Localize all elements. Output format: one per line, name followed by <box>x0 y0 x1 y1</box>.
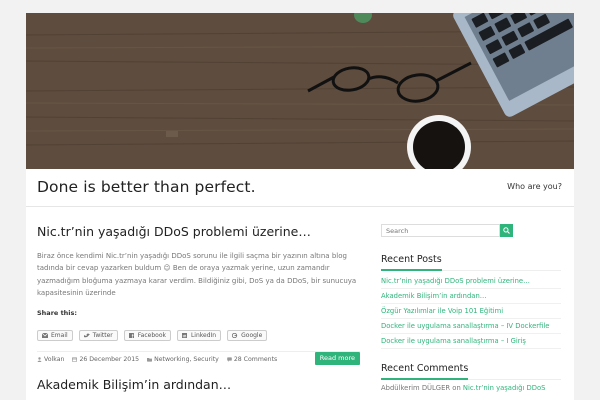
share-facebook-label: Facebook <box>137 331 166 339</box>
post-title-2[interactable]: Akademik Bilişim’in ardından… <box>37 377 231 392</box>
recent-post-link[interactable]: Docker ile uygulama sanallaştırma – IV D… <box>381 319 561 334</box>
comment-author[interactable]: Abdülkerim DÜLGER <box>381 384 450 392</box>
desk-photo <box>26 13 574 169</box>
facebook-icon <box>128 332 134 338</box>
recent-posts-list: Nic.tr’nin yaşadığı DDoS problemi üzerin… <box>381 274 561 349</box>
site-header: Done is better than perfect. Who are you… <box>26 169 574 207</box>
linkedin-icon <box>181 332 187 338</box>
post-categories-text: Networking, Security <box>154 355 219 363</box>
share-google-label: Google <box>241 331 263 339</box>
recent-post-link[interactable]: Nic.tr’nin yaşadığı DDoS problemi üzerin… <box>381 274 561 289</box>
search-input[interactable] <box>381 224 500 237</box>
recent-post-link[interactable]: Akademik Bilişim’in ardından… <box>381 289 561 304</box>
search-button[interactable] <box>500 224 513 237</box>
search-form <box>381 224 561 237</box>
main-content: Nic.tr’nin yaşadığı DDoS problemi üzerin… <box>26 207 574 400</box>
share-google-button[interactable]: Google <box>227 329 268 341</box>
post-date-text: 26 December 2015 <box>79 355 140 363</box>
google-icon <box>232 332 238 338</box>
post-date[interactable]: 26 December 2015 <box>72 356 139 363</box>
header-image <box>26 13 574 169</box>
search-icon <box>503 227 510 234</box>
post-article: Nic.tr’nin yaşadığı DDoS problemi üzerin… <box>37 221 360 365</box>
nav-item-who-are-you[interactable]: Who are you? <box>507 182 562 191</box>
sidebar: Recent Posts Nic.tr’nin yaşadığı DDoS pr… <box>381 224 561 392</box>
post-comments-text: 28 Comments <box>233 355 278 363</box>
comment-icon <box>227 357 232 362</box>
comment-on: on <box>452 384 461 392</box>
share-twitter-label: Twitter <box>92 331 113 339</box>
calendar-icon <box>72 357 78 362</box>
post-author-name: Volkan <box>44 355 65 363</box>
recent-posts-title: Recent Posts <box>381 254 442 271</box>
share-linkedin-label: LinkedIn <box>190 331 217 339</box>
post-author[interactable]: Volkan <box>37 356 64 363</box>
share-buttons: Email Twitter Facebook LinkedIn Google <box>37 329 360 341</box>
share-label: Share this: <box>37 308 78 317</box>
share-facebook-button[interactable]: Facebook <box>123 329 171 341</box>
comment-post-link[interactable]: Nic.tr’nin yaşadığı DDoS <box>463 384 546 392</box>
share-email-button[interactable]: Email <box>37 329 73 341</box>
twitter-icon <box>83 333 90 337</box>
post-excerpt: Biraz önce kendimi Nic.tr’nin yaşadığı D… <box>37 252 357 298</box>
user-icon <box>37 356 42 362</box>
post-comments-link[interactable]: 28 Comments <box>227 356 277 363</box>
share-twitter-button[interactable]: Twitter <box>78 329 118 341</box>
post-categories[interactable]: Networking, Security <box>147 356 219 363</box>
email-icon <box>42 332 48 338</box>
recent-post-link[interactable]: Özgür Yazılımlar ile Voip 101 Eğitimi <box>381 304 561 319</box>
post-title[interactable]: Nic.tr’nin yaşadığı DDoS problemi üzerin… <box>37 224 311 239</box>
share-linkedin-button[interactable]: LinkedIn <box>176 329 222 341</box>
folder-icon <box>147 357 153 362</box>
share-email-label: Email <box>51 331 68 339</box>
post-meta: Volkan 26 December 2015 Networking, Secu… <box>37 350 360 365</box>
site-title[interactable]: Done is better than perfect. <box>37 178 256 196</box>
recent-comment: Abdülkerim DÜLGER on Nic.tr’nin yaşadığı… <box>381 384 561 392</box>
recent-comments-title: Recent Comments <box>381 363 469 380</box>
read-more-button[interactable]: Read more <box>314 351 360 365</box>
recent-post-link[interactable]: Docker ile uygulama sanallaştırma – I Gi… <box>381 334 561 349</box>
